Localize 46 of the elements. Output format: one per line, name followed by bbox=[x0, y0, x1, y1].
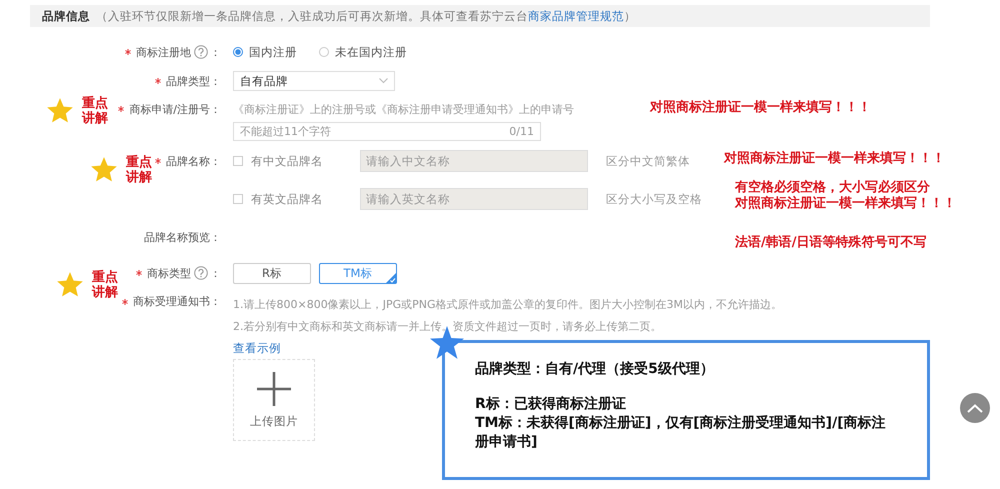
checkbox-option[interactable]: 有中文品牌名 bbox=[233, 154, 360, 168]
annotation-note: 法语/韩语/日语等特殊符号可不写 bbox=[735, 235, 926, 251]
field-label: 商标申请/注册号： bbox=[129, 102, 221, 116]
character-counter: 0/11 bbox=[509, 124, 534, 138]
chevron-up-icon bbox=[967, 404, 983, 412]
section-title: 品牌信息 bbox=[42, 8, 90, 24]
label-colon: ： bbox=[210, 44, 221, 60]
star-icon bbox=[56, 271, 84, 299]
field-note: 区分大小写及空格 bbox=[606, 192, 702, 206]
annotation-note: 有空格必须空格，大小写必须区分 对照商标注册证一模一样来填写！！！ bbox=[735, 180, 956, 212]
field-label: 品牌名称： bbox=[166, 154, 221, 168]
callout-text: R标：已获得商标注册证 TM标：未获得[商标注册证]，仅有[商标注册受理通知书]/[商标注册申请书] bbox=[475, 395, 887, 452]
checkbox-option[interactable]: 有英文品牌名 bbox=[233, 192, 360, 206]
highlight-label: 重点 讲解 bbox=[82, 96, 108, 126]
upload-instruction: 1.请上传800×800像素以上，JPG或PNG格式原件或加盖公章的复印件。图片大小控制在3M以内，不允许描边。 bbox=[233, 297, 782, 313]
field-label: 品牌类型： bbox=[166, 74, 221, 88]
annotation-note: 对照商标注册证一模一样来填写！！！ bbox=[650, 100, 871, 116]
plus-icon bbox=[257, 372, 291, 406]
annotation-note: 对照商标注册证一模一样来填写！！！ bbox=[724, 151, 945, 167]
trademark-type-option[interactable]: TM标 bbox=[319, 262, 397, 284]
highlight-label: 重点 讲解 bbox=[92, 270, 118, 300]
chevron-down-icon bbox=[379, 78, 388, 84]
highlight-label: 重点 讲解 bbox=[126, 155, 152, 185]
help-icon[interactable] bbox=[194, 45, 208, 59]
trademark-type-option[interactable]: R标 bbox=[233, 262, 311, 284]
back-to-top-button[interactable] bbox=[960, 393, 990, 423]
field-note: 区分中文简繁体 bbox=[606, 154, 690, 168]
field-label: 商标受理通知书： bbox=[133, 294, 221, 309]
field-label: 商标注册地 bbox=[136, 44, 191, 60]
callout-text: 品牌类型：自有/代理（接受5级代理） bbox=[475, 360, 715, 379]
upload-image-button[interactable]: 上传图片 bbox=[233, 359, 315, 441]
star-icon bbox=[90, 156, 118, 184]
label-colon: ： bbox=[210, 266, 221, 280]
field-label: 品牌名称预览： bbox=[144, 230, 221, 244]
star-icon bbox=[46, 97, 74, 125]
field-hint: 《商标注册证》上的注册号或《商标注册申请受理通知书》上的申请号 bbox=[233, 102, 574, 116]
upload-instruction: 2.若分别有中文商标和英文商标请一并上传。资质文件超过一页时，请务必上传第二页。 bbox=[233, 319, 662, 335]
example-link[interactable]: 查看示例 bbox=[233, 338, 281, 358]
help-icon[interactable] bbox=[194, 266, 208, 280]
rules-link[interactable]: 商家品牌管理规范 bbox=[528, 8, 624, 22]
radio-option[interactable]: 未在国内注册 bbox=[319, 44, 407, 60]
field-label: 商标类型 bbox=[147, 266, 191, 280]
section-note: （入驻环节仅限新增一条品牌信息，入驻成功后可再次新增。具体可查看苏宁云台商家品牌管理规范） bbox=[96, 8, 636, 24]
radio-option[interactable]: 国内注册 bbox=[233, 44, 297, 60]
brand-type-dropdown[interactable]: 自有品牌 bbox=[233, 71, 395, 91]
checkmark-icon bbox=[386, 272, 396, 282]
